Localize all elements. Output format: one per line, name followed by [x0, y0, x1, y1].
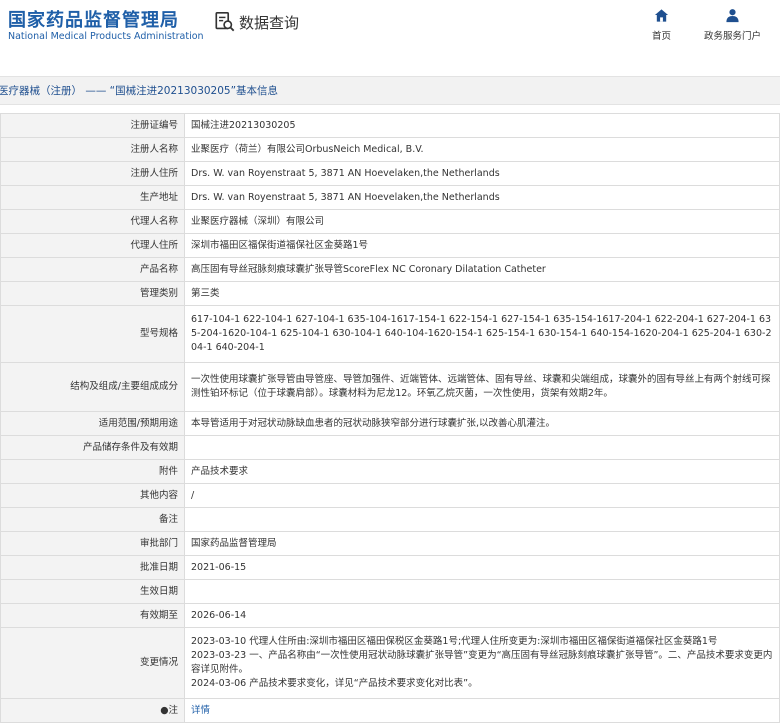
row-label: 附件	[0, 459, 185, 484]
table-row: 注册人名称 业聚医疗（荷兰）有限公司OrbusNeich Medical, B.V…	[0, 137, 780, 162]
table-row: 适用范围/预期用途 本导管适用于对冠状动脉缺血患者的冠状动脉狭窄部分进行球囊扩张,…	[0, 411, 780, 436]
breadcrumb-bar: 医疗器械（注册） —— “国械注进20213030205”基本信息	[0, 76, 780, 105]
row-value: 2021-06-15	[184, 555, 780, 580]
row-label: 批准日期	[0, 555, 185, 580]
site-header: 国家药品监督管理局 National Medical Products Admi…	[0, 0, 780, 66]
logo-chinese[interactable]: 国家药品监督管理局	[8, 6, 179, 32]
row-value: 业聚医疗（荷兰）有限公司OrbusNeich Medical, B.V.	[184, 137, 780, 162]
row-label: 型号规格	[0, 305, 185, 363]
row-value: 一次性使用球囊扩张导管由导管座、导管加强件、近端管体、远端管体、固有导丝、球囊和…	[184, 362, 780, 412]
row-label: 结构及组成/主要组成成分	[0, 362, 185, 412]
table-row: 结构及组成/主要组成成分 一次性使用球囊扩张导管由导管座、导管加强件、近端管体、远…	[0, 362, 780, 412]
row-value: /	[184, 483, 780, 508]
table-row: 审批部门 国家药品监督管理局	[0, 531, 780, 556]
row-label: 产品储存条件及有效期	[0, 435, 185, 460]
row-value: 国家药品监督管理局	[184, 531, 780, 556]
data-query-label: 数据查询	[239, 13, 300, 32]
row-value: 2026-06-14	[184, 603, 780, 628]
change-entry: 2024-03-06 产品技术要求变化，详见“产品技术要求变化对比表”。	[191, 678, 478, 689]
row-label: 其他内容	[0, 483, 185, 508]
breadcrumb: 医疗器械（注册） —— “国械注进20213030205”基本信息	[0, 85, 279, 97]
table-row: 注册人住所 Drs. W. van Royenstraat 5, 3871 AN …	[0, 161, 780, 186]
row-value	[184, 579, 780, 604]
table-row: 有效期至 2026-06-14	[0, 603, 780, 628]
row-value: 深圳市福田区福保街道福保社区金葵路1号	[184, 233, 780, 258]
change-history-label: 变更情况	[0, 627, 185, 699]
detail-table: 注册证编号 国械注进20213030205 注册人名称 业聚医疗（荷兰）有限公司Or…	[0, 113, 780, 723]
table-row: 其他内容 /	[0, 483, 780, 508]
row-label: 有效期至	[0, 603, 185, 628]
nav-home-label: 首页	[652, 31, 672, 42]
row-value: 国械注进20213030205	[184, 113, 780, 138]
table-row: 注册证编号 国械注进20213030205	[0, 113, 780, 138]
table-row: 附件 产品技术要求	[0, 459, 780, 484]
table-row: 产品名称 高压固有导丝冠脉刻痕球囊扩张导管ScoreFlex NC Coronar…	[0, 257, 780, 282]
row-value: 617-104-1 622-104-1 627-104-1 635-104-16…	[184, 305, 780, 363]
row-value	[184, 435, 780, 460]
row-value: 业聚医疗器械（深圳）有限公司	[184, 209, 780, 234]
row-label: 生产地址	[0, 185, 185, 210]
table-row: 管理类别 第三类	[0, 281, 780, 306]
table-row: 批准日期 2021-06-15	[0, 555, 780, 580]
row-label: 代理人名称	[0, 209, 185, 234]
table-row: 产品储存条件及有效期	[0, 435, 780, 460]
table-row: 变更情况 2023-03-10 代理人住所由:深圳市福田区福田保税区金葵路1号;…	[0, 627, 780, 699]
row-value	[184, 507, 780, 532]
row-value: Drs. W. van Royenstraat 5, 3871 AN Hoeve…	[184, 161, 780, 186]
row-label: 代理人住所	[0, 233, 185, 258]
row-label: 生效日期	[0, 579, 185, 604]
row-label: 注册人名称	[0, 137, 185, 162]
row-value: 高压固有导丝冠脉刻痕球囊扩张导管ScoreFlex NC Coronary Di…	[184, 257, 780, 282]
row-label: 管理类别	[0, 281, 185, 306]
table-row: 生产地址 Drs. W. van Royenstraat 5, 3871 AN H…	[0, 185, 780, 210]
table-row: 代理人住所 深圳市福田区福保街道福保社区金葵路1号	[0, 233, 780, 258]
row-label: 审批部门	[0, 531, 185, 556]
row-value: 第三类	[184, 281, 780, 306]
table-row: 型号规格 617-104-1 622-104-1 627-104-1 635-10…	[0, 305, 780, 363]
note-label: ●注	[0, 698, 185, 723]
row-value: Drs. W. van Royenstraat 5, 3871 AN Hoeve…	[184, 185, 780, 210]
row-value: 本导管适用于对冠状动脉缺血患者的冠状动脉狭窄部分进行球囊扩张,以改善心肌灌注。	[184, 411, 780, 436]
table-row: ●注 详情	[0, 698, 780, 723]
data-query-link[interactable]: 数据查询	[214, 11, 299, 33]
row-label: 备注	[0, 507, 185, 532]
table-row: 备注	[0, 507, 780, 532]
row-label: 注册证编号	[0, 113, 185, 138]
table-row: 代理人名称 业聚医疗器械（深圳）有限公司	[0, 209, 780, 234]
nav-service-portal[interactable]: 政务服务门户	[704, 8, 761, 42]
row-value: 产品技术要求	[184, 459, 780, 484]
user-icon	[726, 9, 739, 23]
nav-service-label: 政务服务门户	[704, 31, 762, 42]
change-history-value: 2023-03-10 代理人住所由:深圳市福田区福田保税区金葵路1号;代理人住所…	[184, 627, 780, 699]
row-label: 注册人住所	[0, 161, 185, 186]
home-icon	[654, 9, 669, 22]
details-link[interactable]: 详情	[191, 705, 210, 716]
row-label: 产品名称	[0, 257, 185, 282]
table-row: 生效日期	[0, 579, 780, 604]
change-entry: 2023-03-10 代理人住所由:深圳市福田区福田保税区金葵路1号;代理人住所…	[191, 636, 718, 647]
change-entry: 2023-03-23 一、产品名称由“一次性使用冠状动脉球囊扩张导管”变更为“高…	[191, 650, 773, 675]
document-search-icon	[215, 12, 235, 32]
row-label: 适用范围/预期用途	[0, 411, 185, 436]
logo-english[interactable]: National Medical Products Administration	[8, 31, 204, 42]
nav-home[interactable]: 首页	[652, 8, 671, 42]
